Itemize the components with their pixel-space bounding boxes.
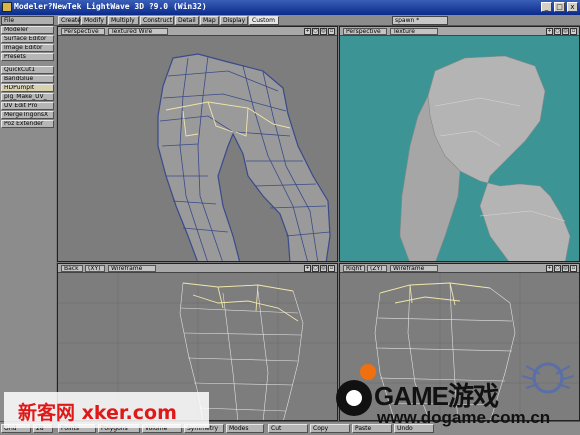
tab-map[interactable]: Map <box>200 16 219 25</box>
cut-button[interactable]: Cut <box>268 424 308 433</box>
tab-detail[interactable]: Detail <box>175 16 199 25</box>
maximize-button[interactable]: □ <box>554 2 565 12</box>
rotate-icon[interactable]: ○ <box>554 28 561 35</box>
dogame-logo-icon <box>336 364 376 416</box>
tab-multiply[interactable]: Multiply <box>108 16 139 25</box>
view-select[interactable]: Right <box>343 265 365 272</box>
tab-create[interactable]: Create <box>58 16 81 25</box>
app-icon <box>2 2 12 12</box>
maximize-icon[interactable]: ▫ <box>570 28 577 35</box>
rotate-icon[interactable]: ○ <box>312 265 319 272</box>
zoom-icon[interactable]: ◎ <box>320 265 327 272</box>
sidebar-item-modeler[interactable]: Modeler <box>1 26 54 34</box>
watermark-right-url: www.dogame.com.cn <box>377 408 551 427</box>
view-select[interactable]: Perspective <box>343 28 387 35</box>
sidebar-item-presets[interactable]: Presets <box>1 53 54 61</box>
watermark-left: 新客网 xker.com <box>4 392 209 428</box>
zoom-icon[interactable]: ◎ <box>320 28 327 35</box>
close-button[interactable]: x <box>567 2 578 12</box>
zoom-icon[interactable]: ◎ <box>562 28 569 35</box>
maximize-icon[interactable]: ▫ <box>328 28 335 35</box>
viewport-header: Right (ZY) Wireframe + ○ ◎ ▫ <box>340 264 579 273</box>
sidebar-item-make-uv[interactable]: plg_Make_UV_ <box>1 93 54 101</box>
zoom-icon[interactable]: ◎ <box>562 265 569 272</box>
sidebar-item-quickcut[interactable]: QuickCut1 <box>1 66 54 74</box>
move-icon[interactable]: + <box>546 28 553 35</box>
sidebar: Modeler Surface Editor Image Editor Pres… <box>0 26 56 421</box>
view-select[interactable]: Back <box>61 265 83 272</box>
render-mode-select[interactable]: Texture <box>390 28 438 35</box>
window-title: Modeler?NewTek LightWave 3D ?9.0 (Win32) <box>14 2 207 11</box>
modes-button[interactable]: Modes <box>226 424 264 433</box>
viewport-header: Perspective Textured Wire + ○ ◎ ▫ <box>58 27 337 36</box>
tab-custom[interactable]: Custom <box>249 16 279 25</box>
mesh-wire-view <box>157 53 331 261</box>
sidebar-item-merge-trigons[interactable]: MergeTrigonsX <box>1 111 54 119</box>
mesh-shaded-view <box>399 55 571 261</box>
move-icon[interactable]: + <box>304 28 311 35</box>
viewport-top-right[interactable]: Perspective Texture + ○ ◎ ▫ <box>339 26 580 262</box>
rotate-icon[interactable]: ○ <box>312 28 319 35</box>
tab-bar: Create Modify Multiply Construct Detail … <box>0 15 580 26</box>
move-icon[interactable]: + <box>546 265 553 272</box>
tab-construct[interactable]: Construct <box>140 16 174 25</box>
maximize-icon[interactable]: ▫ <box>328 265 335 272</box>
rotate-icon[interactable]: ○ <box>554 265 561 272</box>
sidebar-item-hdpumpit[interactable]: HDPumpIt <box>1 84 54 92</box>
axis-select[interactable]: (ZY) <box>367 265 387 272</box>
sidebar-item-bandglue[interactable]: BandGlue <box>1 75 54 83</box>
sidebar-item-uv-edit-pro[interactable]: UV Edit Pro <box>1 102 54 110</box>
render-mode-select[interactable]: Wireframe <box>108 265 156 272</box>
sidebar-item-poz-extender[interactable]: Poz Extender <box>1 120 54 128</box>
layer-select[interactable]: spawn * <box>392 16 448 25</box>
sidebar-item-surface-editor[interactable]: Surface Editor <box>1 35 54 43</box>
render-mode-select[interactable]: Wireframe <box>390 265 438 272</box>
view-select[interactable]: Perspective <box>61 28 105 35</box>
axis-select[interactable]: (XY) <box>85 265 105 272</box>
viewport-top-left[interactable]: Perspective Textured Wire + ○ ◎ ▫ <box>57 26 338 262</box>
viewport-header: Perspective Texture + ○ ◎ ▫ <box>340 27 579 36</box>
tab-display[interactable]: Display <box>220 16 248 25</box>
title-bar: Modeler?NewTek LightWave 3D ?9.0 (Win32)… <box>0 0 580 15</box>
watermark-left-text: 新客网 xker.com <box>18 402 177 424</box>
maximize-icon[interactable]: ▫ <box>570 265 577 272</box>
render-mode-select[interactable]: Textured Wire <box>108 28 168 35</box>
tab-modify[interactable]: Modify <box>81 16 107 25</box>
wing-emblem-icon <box>521 362 575 394</box>
minimize-button[interactable]: _ <box>541 2 552 12</box>
move-icon[interactable]: + <box>304 265 311 272</box>
viewport-header: Back (XY) Wireframe + ○ ◎ ▫ <box>58 264 337 273</box>
sidebar-item-image-editor[interactable]: Image Editor <box>1 44 54 52</box>
watermark-right: GAME游戏 www.dogame.com.cn <box>332 348 580 428</box>
file-menu[interactable]: File <box>1 16 54 25</box>
